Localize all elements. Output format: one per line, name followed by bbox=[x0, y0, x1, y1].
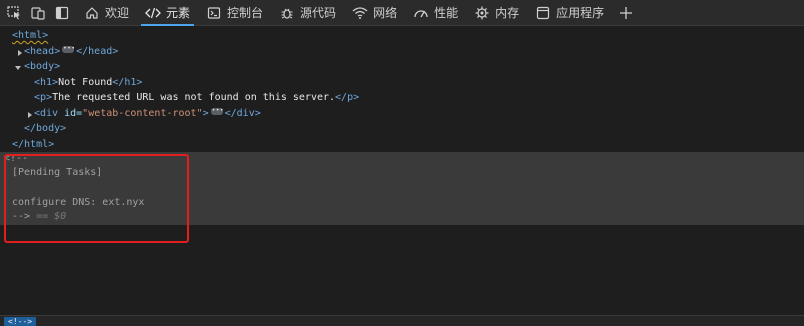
tab-memory[interactable]: 内存 bbox=[466, 0, 527, 26]
head-open-tag: <head> bbox=[24, 45, 61, 57]
tab-label: 网络 bbox=[373, 6, 398, 20]
tab-welcome[interactable]: 欢迎 bbox=[76, 0, 137, 26]
bug-icon bbox=[279, 5, 295, 21]
p-text: The requested URL was not found on this … bbox=[52, 92, 336, 103]
html-open-tag: <html> bbox=[12, 30, 49, 41]
panel-tabs: 欢迎 元素 控制台 源代码 网络 性能 内存 应用程序 bbox=[76, 0, 636, 26]
tab-elements[interactable]: 元素 bbox=[137, 0, 198, 26]
tab-console[interactable]: 控制台 bbox=[198, 0, 271, 26]
tab-label: 控制台 bbox=[227, 6, 264, 20]
highlight-box bbox=[4, 154, 189, 243]
tab-label: 内存 bbox=[495, 6, 520, 20]
tab-performance[interactable]: 性能 bbox=[405, 0, 466, 26]
tab-application[interactable]: 应用程序 bbox=[527, 0, 612, 26]
tab-label: 元素 bbox=[166, 6, 191, 20]
p-node[interactable]: <p>The requested URL was not found on th… bbox=[0, 90, 804, 106]
body-open-node[interactable]: <body> bbox=[0, 59, 804, 75]
body-close-tag: </body> bbox=[24, 123, 67, 134]
div-close-tag: </div> bbox=[224, 107, 261, 119]
head-node[interactable]: <head> </head> bbox=[0, 41, 804, 60]
html-open-node[interactable]: <html> bbox=[0, 28, 804, 44]
div-open-tag-end: > bbox=[202, 107, 209, 119]
h1-open-tag: <h1> bbox=[34, 76, 59, 88]
collapsed-content-icon[interactable] bbox=[210, 103, 224, 119]
devtools-toolbar: 欢迎 元素 控制台 源代码 网络 性能 内存 应用程序 bbox=[0, 0, 804, 26]
tab-label: 欢迎 bbox=[105, 6, 130, 20]
body-open-tag: <body> bbox=[24, 61, 61, 72]
plus-icon bbox=[620, 6, 633, 19]
console-icon bbox=[206, 5, 222, 21]
tab-label: 性能 bbox=[434, 6, 459, 20]
devtools-window: 欢迎 元素 控制台 源代码 网络 性能 内存 应用程序 <html> <head… bbox=[0, 0, 804, 326]
expand-arrow-icon[interactable] bbox=[26, 109, 34, 118]
window-icon bbox=[535, 5, 551, 21]
html-close-node[interactable]: </html> bbox=[0, 137, 804, 153]
html-close-tag: </html> bbox=[12, 138, 55, 150]
body-close-node[interactable]: </body> bbox=[0, 121, 804, 137]
wifi-icon bbox=[352, 5, 368, 21]
div-open-tag: <div bbox=[34, 107, 65, 119]
gauge-icon bbox=[413, 5, 429, 21]
tab-label: 源代码 bbox=[300, 6, 337, 20]
h1-node[interactable]: <h1>Not Found</h1> bbox=[0, 75, 804, 91]
div-node[interactable]: <div id="wetab-content-root"> </div> bbox=[0, 103, 804, 122]
div-attr-value: "wetab-content-root" bbox=[82, 107, 203, 119]
h1-close-tag: </h1> bbox=[112, 76, 143, 88]
code-brackets-icon bbox=[145, 5, 161, 21]
collapse-arrow-icon[interactable] bbox=[14, 62, 22, 70]
head-close-tag: </head> bbox=[76, 45, 119, 57]
expand-arrow-icon[interactable] bbox=[16, 47, 24, 56]
add-tool-button[interactable] bbox=[616, 3, 636, 23]
home-icon bbox=[84, 5, 100, 21]
breadcrumb-item-comment[interactable]: <!--> bbox=[4, 317, 37, 326]
p-open-tag: <p> bbox=[34, 92, 53, 103]
h1-text: Not Found bbox=[58, 76, 113, 88]
collapsed-content-icon[interactable] bbox=[62, 41, 75, 57]
device-emulation-icon[interactable] bbox=[28, 3, 48, 23]
toggle-sidebar-icon[interactable] bbox=[52, 3, 72, 23]
dom-tree: <html> <head> </head> <body> <h1>Not Foun… bbox=[0, 26, 804, 152]
tab-sources[interactable]: 源代码 bbox=[271, 0, 344, 26]
inspect-element-icon[interactable] bbox=[4, 3, 24, 23]
breadcrumb: <!--> bbox=[0, 315, 804, 326]
div-attr-name: id= bbox=[64, 107, 83, 119]
chip-icon bbox=[474, 5, 490, 21]
tab-network[interactable]: 网络 bbox=[344, 0, 405, 26]
tab-label: 应用程序 bbox=[556, 6, 605, 20]
p-close-tag: </p> bbox=[335, 92, 360, 103]
